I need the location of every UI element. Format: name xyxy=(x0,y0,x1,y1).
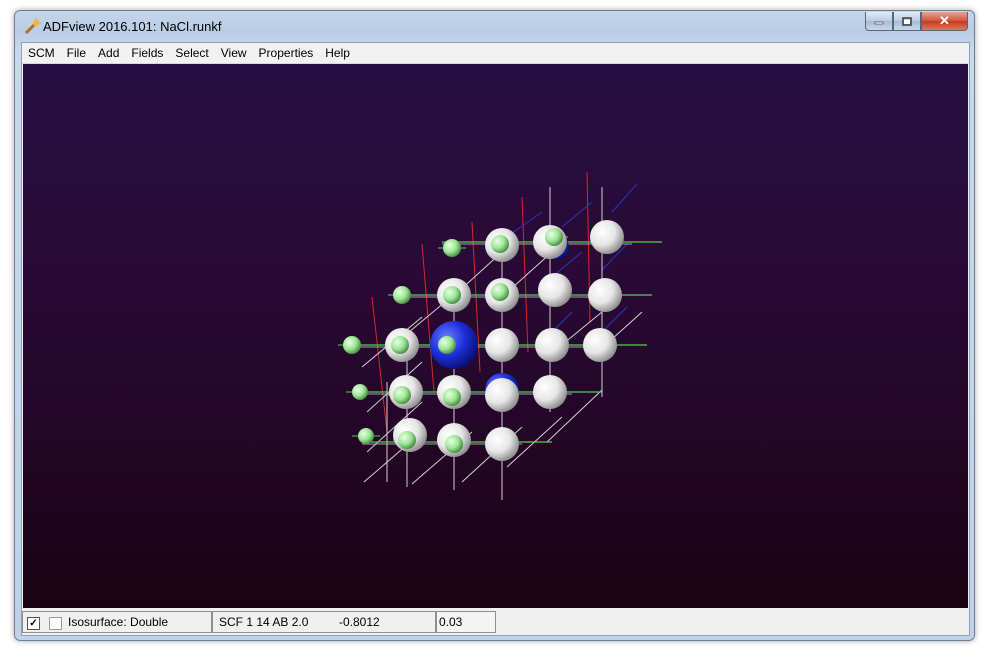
chlorine-atom xyxy=(443,239,461,257)
chlorine-atom xyxy=(358,428,374,444)
chlorine-atom xyxy=(393,386,411,404)
chlorine-atom xyxy=(491,283,509,301)
blue-bond-line xyxy=(611,183,638,213)
restore-icon xyxy=(902,16,912,26)
chlorine-atom xyxy=(343,336,361,354)
sodium-atom xyxy=(535,328,569,362)
chlorine-atom xyxy=(393,286,411,304)
chlorine-atom xyxy=(443,286,461,304)
menu-help[interactable]: Help xyxy=(319,43,356,63)
menu-scm[interactable]: SCM xyxy=(22,43,61,63)
field-panel[interactable]: SCF 1 14 AB 2.0 -0.8012 xyxy=(212,611,436,633)
adfview-wand-icon xyxy=(24,18,41,35)
molecule-view[interactable] xyxy=(23,64,968,608)
isosurface-option-checkbox[interactable] xyxy=(49,617,62,630)
window-title: ADFview 2016.101: NaCl.runkf xyxy=(43,19,222,34)
red-bond-line xyxy=(421,243,435,393)
red-bond-line xyxy=(371,296,388,433)
close-button[interactable]: ✕ xyxy=(921,12,968,31)
chlorine-atom xyxy=(443,388,461,406)
menu-select[interactable]: Select xyxy=(169,43,214,63)
chlorine-atom xyxy=(491,235,509,253)
sodium-atom xyxy=(485,427,519,461)
chlorine-atom xyxy=(391,336,409,354)
app-window: ADFview 2016.101: NaCl.runkf ✕ SCM File … xyxy=(14,10,975,641)
menu-add[interactable]: Add xyxy=(92,43,125,63)
sodium-atom xyxy=(485,328,519,362)
minimize-icon xyxy=(874,21,884,25)
sodium-atom xyxy=(538,273,572,307)
chlorine-atom xyxy=(352,384,368,400)
menu-properties[interactable]: Properties xyxy=(253,43,320,63)
status-bar: ✓ Isosurface: Double SCF 1 14 AB 2.0 -0.… xyxy=(22,609,969,635)
isosurface-panel: ✓ Isosurface: Double xyxy=(22,611,212,633)
sodium-atom xyxy=(485,378,519,412)
chlorine-atom xyxy=(445,435,463,453)
menu-file[interactable]: File xyxy=(61,43,92,63)
menu-bar: SCM File Add Fields Select View Properti… xyxy=(22,43,969,64)
atoms xyxy=(343,220,624,461)
sodium-atom xyxy=(533,375,567,409)
isovalue-field[interactable]: 0.03 xyxy=(436,611,496,633)
window-controls: ✕ xyxy=(865,12,968,31)
3d-viewport[interactable] xyxy=(23,64,968,608)
menu-fields[interactable]: Fields xyxy=(125,43,169,63)
isosurface-visible-checkbox[interactable]: ✓ xyxy=(27,617,40,630)
chlorine-atom xyxy=(398,431,416,449)
sodium-atom xyxy=(583,328,617,362)
minimize-button[interactable] xyxy=(865,12,893,31)
chlorine-atom xyxy=(438,336,456,354)
sodium-atom xyxy=(590,220,624,254)
title-bar[interactable]: ADFview 2016.101: NaCl.runkf ✕ xyxy=(15,11,974,41)
menu-view[interactable]: View xyxy=(215,43,253,63)
close-icon: ✕ xyxy=(939,13,950,28)
sodium-atom xyxy=(588,278,622,312)
restore-button[interactable] xyxy=(893,12,921,31)
client-area: SCM File Add Fields Select View Properti… xyxy=(21,42,970,636)
field-value: -0.8012 xyxy=(339,615,380,629)
isosurface-label: Isosurface: Double xyxy=(68,615,169,629)
chlorine-atom xyxy=(545,228,563,246)
isovalue-text: 0.03 xyxy=(439,615,463,629)
field-name: SCF 1 14 AB 2.0 xyxy=(219,615,309,629)
